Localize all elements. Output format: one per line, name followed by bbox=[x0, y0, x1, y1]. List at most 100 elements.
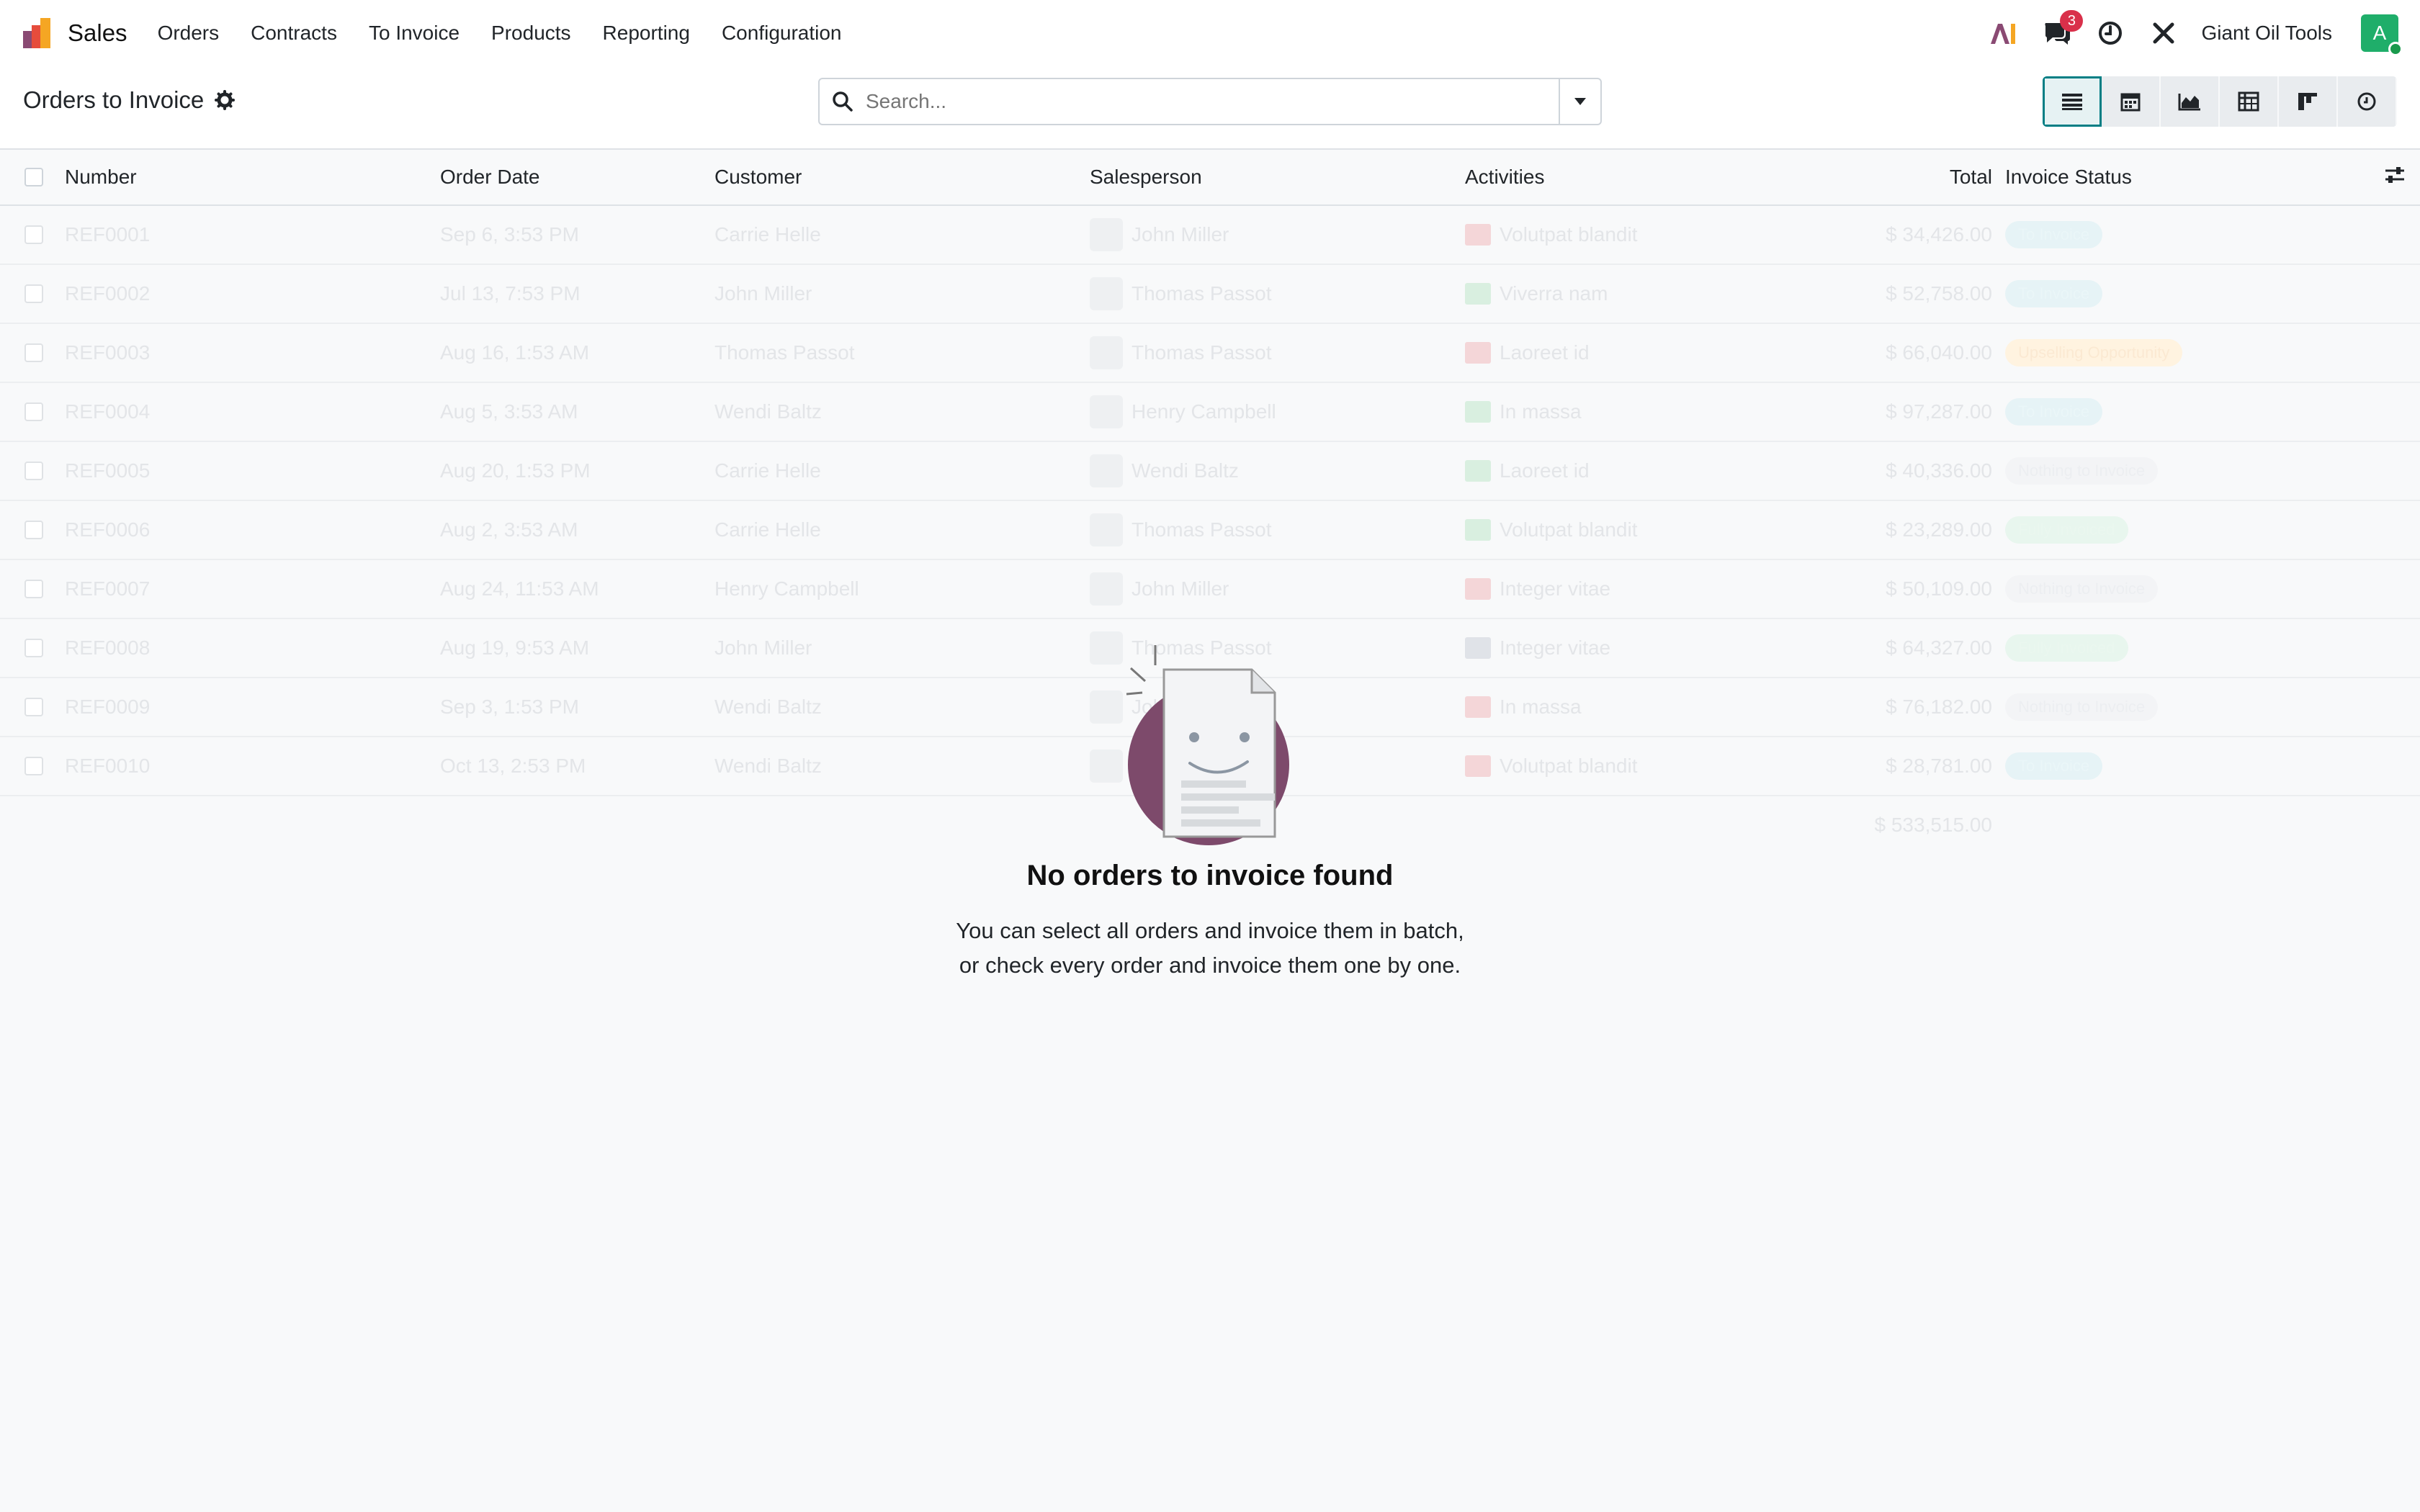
salesperson-avatar bbox=[1090, 572, 1123, 606]
column-header-total[interactable]: Total bbox=[1950, 166, 1992, 189]
customer-name: Carrie Helle bbox=[714, 459, 821, 482]
activity-icon[interactable] bbox=[1465, 401, 1491, 423]
activity-icon[interactable] bbox=[1465, 342, 1491, 364]
empty-state-line-1: You can select all orders and invoice th… bbox=[956, 918, 1464, 943]
invoice-status: Nothing to Invoice bbox=[2005, 693, 2159, 721]
sliders-icon bbox=[2385, 166, 2404, 183]
search-bar bbox=[818, 78, 1602, 125]
column-header-order-date[interactable]: Order Date bbox=[440, 166, 540, 189]
table-row[interactable]: REF0003 Aug 16, 1:53 AM Thomas Passot Th… bbox=[0, 324, 2420, 383]
activity-summary: Volutpat blandit bbox=[1500, 223, 1638, 246]
kanban-view-button[interactable] bbox=[2279, 76, 2338, 127]
optional-columns-toggle[interactable] bbox=[2384, 165, 2406, 190]
app-name[interactable]: Sales bbox=[68, 19, 127, 47]
search-icon bbox=[820, 91, 866, 112]
pivot-view-button[interactable] bbox=[2220, 76, 2279, 127]
activity[interactable]: Volutpat blandit bbox=[1465, 223, 1638, 246]
activity-clock-icon[interactable] bbox=[2094, 17, 2126, 49]
row-checkbox[interactable] bbox=[24, 639, 43, 657]
order-total: $ 66,040.00 bbox=[1886, 341, 1992, 364]
search-input[interactable] bbox=[866, 90, 1559, 113]
order-number: REF0003 bbox=[65, 341, 151, 364]
calendar-view-button[interactable] bbox=[2102, 76, 2161, 127]
activity-icon[interactable] bbox=[1465, 283, 1491, 305]
row-checkbox[interactable] bbox=[24, 580, 43, 598]
salesperson: Henry Campbell bbox=[1090, 395, 1276, 428]
messages-icon[interactable]: 3 bbox=[2041, 10, 2084, 49]
status-badge: Nothing to Invoice bbox=[2005, 693, 2159, 721]
invoice-status: Nothing to Invoice bbox=[2005, 457, 2159, 485]
order-total: $ 50,109.00 bbox=[1886, 577, 1992, 600]
activity[interactable]: Volutpat blandit bbox=[1465, 518, 1638, 541]
column-header-invoice-status[interactable]: Invoice Status bbox=[2005, 166, 2132, 189]
salesperson: Thomas Passot bbox=[1090, 513, 1272, 546]
row-checkbox[interactable] bbox=[24, 343, 43, 362]
order-number: REF0009 bbox=[65, 696, 151, 718]
graph-view-button[interactable] bbox=[2161, 76, 2220, 127]
table-row[interactable]: REF0004 Aug 5, 3:53 AM Wendi Baltz Henry… bbox=[0, 383, 2420, 442]
activity-summary: In massa bbox=[1500, 400, 1582, 423]
salesperson-avatar bbox=[1090, 513, 1123, 546]
activity[interactable]: Laoreet id bbox=[1465, 341, 1590, 364]
activity-icon[interactable] bbox=[1465, 460, 1491, 482]
salesperson-avatar bbox=[1090, 218, 1123, 251]
column-header-customer[interactable]: Customer bbox=[714, 166, 802, 189]
user-avatar[interactable]: A bbox=[2361, 14, 2403, 56]
activity-view-button[interactable] bbox=[2338, 76, 2397, 127]
clock-icon bbox=[2357, 92, 2376, 111]
salesperson-name: Thomas Passot bbox=[1131, 341, 1272, 364]
salesperson-name: Wendi Baltz bbox=[1131, 459, 1239, 482]
sales-app-logo-icon[interactable] bbox=[22, 17, 55, 50]
company-switcher[interactable]: Giant Oil Tools bbox=[2201, 22, 2332, 45]
row-checkbox[interactable] bbox=[24, 462, 43, 480]
activity-icon[interactable] bbox=[1465, 224, 1491, 246]
activity[interactable]: Viverra nam bbox=[1465, 282, 1608, 305]
activity[interactable]: Laoreet id bbox=[1465, 459, 1590, 482]
empty-state-title: No orders to invoice found bbox=[1026, 860, 1394, 891]
menu-contracts[interactable]: Contracts bbox=[251, 22, 337, 45]
salesperson: Wendi Baltz bbox=[1090, 454, 1239, 487]
customer-name: Carrie Helle bbox=[714, 518, 821, 541]
list-view-button[interactable] bbox=[2043, 76, 2102, 127]
column-header-number[interactable]: Number bbox=[65, 166, 137, 189]
row-checkbox[interactable] bbox=[24, 521, 43, 539]
column-header-salesperson[interactable]: Salesperson bbox=[1090, 166, 1202, 189]
menu-reporting[interactable]: Reporting bbox=[603, 22, 690, 45]
table-row[interactable]: REF0001 Sep 6, 3:53 PM Carrie Helle John… bbox=[0, 206, 2420, 265]
menu-configuration[interactable]: Configuration bbox=[722, 22, 842, 45]
order-total: $ 64,327.00 bbox=[1886, 636, 1992, 659]
order-number: REF0008 bbox=[65, 636, 151, 659]
customer-name: Henry Campbell bbox=[714, 577, 859, 600]
status-badge: Nothing to Invoice bbox=[2005, 575, 2159, 603]
search-options-toggle[interactable] bbox=[1559, 79, 1600, 124]
tools-icon[interactable] bbox=[2148, 17, 2179, 49]
status-badge: To Invoice bbox=[2005, 280, 2103, 307]
order-date: Aug 19, 9:53 AM bbox=[440, 636, 590, 659]
activity[interactable]: In massa bbox=[1465, 400, 1582, 423]
table-row[interactable]: REF0002 Jul 13, 7:53 PM John Miller Thom… bbox=[0, 265, 2420, 324]
row-checkbox[interactable] bbox=[24, 402, 43, 421]
activity-icon[interactable] bbox=[1465, 519, 1491, 541]
row-checkbox[interactable] bbox=[24, 698, 43, 716]
menu-products[interactable]: Products bbox=[491, 22, 571, 45]
row-checkbox[interactable] bbox=[24, 757, 43, 775]
gear-icon[interactable] bbox=[214, 89, 236, 111]
breadcrumb: Orders to Invoice bbox=[23, 86, 236, 114]
activity-icon[interactable] bbox=[1465, 578, 1491, 600]
status-badge: To Invoice bbox=[2005, 398, 2103, 426]
table-row[interactable]: REF0007 Aug 24, 11:53 AM Henry Campbell … bbox=[0, 560, 2420, 619]
page-title: Orders to Invoice bbox=[23, 86, 205, 113]
activity[interactable]: Integer vitae bbox=[1465, 577, 1610, 600]
menu-orders[interactable]: Orders bbox=[158, 22, 220, 45]
status-badge: To Invoice bbox=[2005, 752, 2103, 780]
row-checkbox[interactable] bbox=[24, 225, 43, 244]
select-all-checkbox[interactable] bbox=[24, 168, 43, 186]
ai-icon[interactable] bbox=[1988, 17, 2020, 49]
column-header-activities[interactable]: Activities bbox=[1465, 166, 1544, 189]
row-checkbox[interactable] bbox=[24, 284, 43, 303]
table-row[interactable]: REF0006 Aug 2, 3:53 AM Carrie Helle Thom… bbox=[0, 501, 2420, 560]
table-row[interactable]: REF0005 Aug 20, 1:53 PM Carrie Helle Wen… bbox=[0, 442, 2420, 501]
activity-summary: Viverra nam bbox=[1500, 282, 1608, 305]
menu-to-invoice[interactable]: To Invoice bbox=[369, 22, 460, 45]
customer-name: Thomas Passot bbox=[714, 341, 855, 364]
